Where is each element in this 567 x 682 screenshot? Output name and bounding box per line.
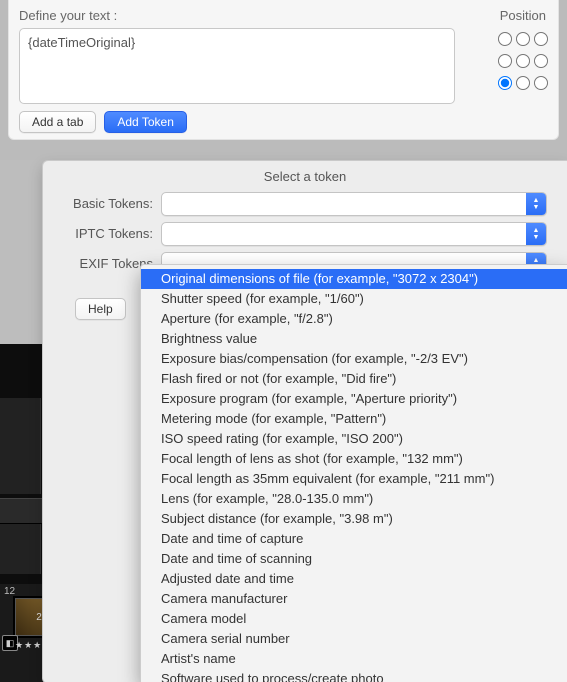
position-label: Position — [500, 8, 546, 23]
define-text-panel: Define your text : Position Add a tab Ad… — [8, 0, 559, 140]
position-radio-tr[interactable] — [532, 28, 550, 50]
basic-tokens-select[interactable]: ▲▼ — [161, 192, 547, 216]
dropdown-item[interactable]: Software used to process/create photo — [141, 669, 567, 682]
exif-tokens-label: EXIF Tokens — [53, 256, 153, 271]
iptc-tokens-select[interactable]: ▲▼ — [161, 222, 547, 246]
dropdown-item[interactable]: Aperture (for example, "f/2.8") — [141, 309, 567, 329]
dropdown-item[interactable]: Exposure bias/compensation (for example,… — [141, 349, 567, 369]
position-radio-bl[interactable] — [496, 72, 514, 94]
basic-tokens-label: Basic Tokens: — [53, 196, 153, 211]
dropdown-item[interactable]: ISO speed rating (for example, "ISO 200"… — [141, 429, 567, 449]
dropdown-item[interactable]: Camera model — [141, 609, 567, 629]
dropdown-item[interactable]: Flash fired or not (for example, "Did fi… — [141, 369, 567, 389]
select-token-title: Select a token — [43, 161, 567, 190]
dropdown-item[interactable]: Camera serial number — [141, 629, 567, 649]
exif-tokens-dropdown[interactable]: Original dimensions of file (for example… — [140, 264, 567, 682]
dropdown-item[interactable]: Camera manufacturer — [141, 589, 567, 609]
dropdown-item[interactable]: Focal length as 35mm equivalent (for exa… — [141, 469, 567, 489]
define-text-label: Define your text : — [19, 8, 117, 23]
thumbnail-badge: 2 — [36, 612, 42, 623]
dropdown-item[interactable]: Artist's name — [141, 649, 567, 669]
dropdown-item[interactable]: Original dimensions of file (for example… — [141, 269, 567, 289]
dropdown-item[interactable]: Metering mode (for example, "Pattern") — [141, 409, 567, 429]
basic-tokens-row: Basic Tokens: ▲▼ — [53, 190, 557, 220]
position-radio-br[interactable] — [532, 72, 550, 94]
position-radio-tc[interactable] — [514, 28, 532, 50]
position-grid — [494, 28, 550, 94]
dropdown-item[interactable]: Lens (for example, "28.0-135.0 mm") — [141, 489, 567, 509]
dropdown-item[interactable]: Shutter speed (for example, "1/60") — [141, 289, 567, 309]
dropdown-item[interactable]: Exposure program (for example, "Aperture… — [141, 389, 567, 409]
position-radio-tl[interactable] — [496, 28, 514, 50]
dropdown-item[interactable]: Brightness value — [141, 329, 567, 349]
help-button[interactable]: Help — [75, 298, 126, 320]
dropdown-item[interactable]: Subject distance (for example, "3.98 m") — [141, 509, 567, 529]
position-radio-mr[interactable] — [532, 50, 550, 72]
preview-scroll-bottom — [0, 524, 41, 574]
position-radio-ml[interactable] — [496, 50, 514, 72]
add-tab-button[interactable]: Add a tab — [19, 111, 96, 133]
chevron-updown-icon: ▲▼ — [526, 193, 546, 215]
dropdown-item[interactable]: Date and time of capture — [141, 529, 567, 549]
dropdown-item[interactable]: Focal length of lens as shot (for exampl… — [141, 449, 567, 469]
dropdown-item[interactable]: Adjusted date and time — [141, 569, 567, 589]
rating-stars: ★★★ — [15, 640, 42, 651]
chevron-updown-icon: ▲▼ — [526, 223, 546, 245]
position-radio-bc[interactable] — [514, 72, 532, 94]
iptc-tokens-row: IPTC Tokens: ▲▼ — [53, 220, 557, 250]
define-text-input[interactable] — [19, 28, 455, 104]
iptc-tokens-label: IPTC Tokens: — [53, 226, 153, 241]
buttons-row: Add a tab Add Token — [19, 111, 187, 133]
add-token-button[interactable]: Add Token — [104, 111, 187, 133]
day-number: 12 — [4, 586, 15, 597]
preview-scroll-top — [0, 398, 41, 494]
position-radio-mc[interactable] — [514, 50, 532, 72]
dropdown-item[interactable]: Date and time of scanning — [141, 549, 567, 569]
